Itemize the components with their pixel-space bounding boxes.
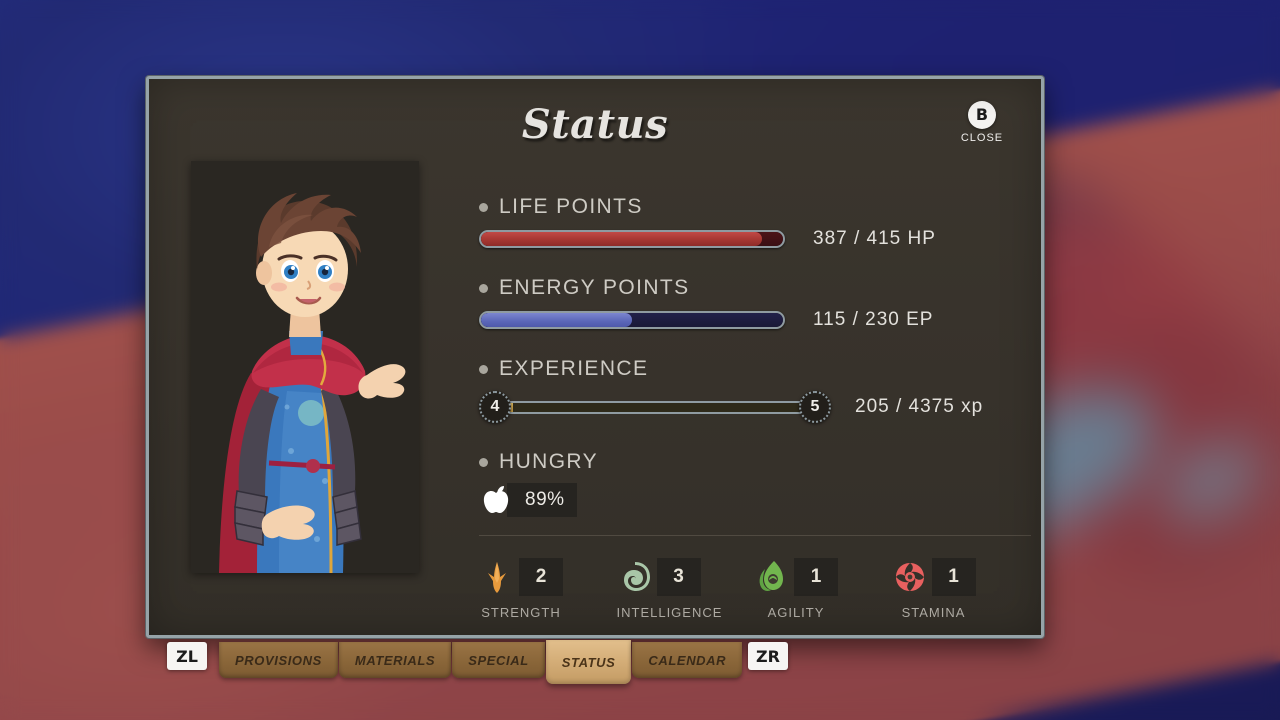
tab-materials[interactable]: MATERIALS — [338, 642, 452, 678]
tab-calendar[interactable]: CALENDAR — [632, 642, 743, 678]
attribute-stamina: 1 STAMINA — [892, 558, 1002, 620]
attribute-strength: 2 STRENGTH — [479, 558, 589, 620]
life-points-header: LIFE POINTS — [479, 195, 1001, 219]
life-points-row: 387 / 415 HP — [479, 228, 1001, 250]
stamina-label: STAMINA — [901, 605, 966, 620]
hungry-value-box: 89% — [507, 483, 577, 517]
agility-value: 1 — [810, 566, 822, 587]
apple-icon — [483, 486, 509, 513]
strength-icon — [488, 562, 506, 593]
close-button-label: CLOSE — [960, 132, 1004, 144]
section-divider — [479, 535, 1031, 536]
intelligence-value: 3 — [673, 566, 684, 587]
next-level-node: 5 — [799, 391, 831, 423]
intelligence-icon — [623, 562, 650, 591]
attribute-intelligence: 3 INTELLIGENCE — [617, 558, 727, 620]
shoulder-button-zr[interactable]: ZR — [748, 642, 788, 670]
shoulder-button-zl[interactable]: ZL — [167, 642, 207, 670]
strength-label: STRENGTH — [481, 605, 561, 620]
energy-points-row: 115 / 230 EP — [479, 309, 1001, 331]
experience-bar: 4 5 — [479, 390, 831, 424]
experience-label: EXPERIENCE — [499, 357, 649, 380]
hungry-header: HUNGRY — [479, 450, 1001, 474]
strength-value: 2 — [535, 566, 547, 587]
energy-points-bar-fill — [481, 313, 632, 327]
hungry-row: 89% — [479, 483, 1001, 517]
page-title: Status — [521, 101, 669, 148]
bullet-dot-icon — [479, 457, 488, 467]
attributes-row: 2 STRENGTH 3 INTELLIGENCE 1 AGILITY 1 ST… — [479, 558, 1001, 620]
bullet-dot-icon — [479, 364, 488, 374]
life-points-value: 387 / 415 HP — [813, 228, 936, 249]
attribute-agility: 1 AGILITY — [754, 558, 864, 620]
tab-status[interactable]: STATUS — [545, 640, 632, 684]
close-button-glyph: B — [968, 101, 996, 129]
tab-special[interactable]: SPECIAL — [452, 642, 545, 678]
character-portrait-art — [191, 161, 419, 573]
life-points-label: LIFE POINTS — [499, 195, 643, 218]
energy-points-header: ENERGY POINTS — [479, 276, 1001, 300]
bullet-dot-icon — [479, 202, 488, 212]
bullet-dot-icon — [479, 283, 488, 293]
current-level-node: 4 — [479, 391, 511, 423]
character-portrait — [191, 161, 419, 573]
stamina-value-box: 1 — [931, 558, 976, 596]
energy-points-bar — [479, 311, 785, 329]
experience-row: 4 5 205 / 4375 xp — [479, 390, 1001, 424]
life-points-bar-fill — [481, 232, 762, 246]
experience-header: EXPERIENCE — [479, 357, 1001, 381]
tab-provisions[interactable]: PROVISIONS — [219, 642, 338, 678]
strength-value-box: 2 — [519, 558, 563, 596]
life-points-bar — [479, 230, 785, 248]
stats-column: LIFE POINTS 387 / 415 HP ENERGY POINTS 1… — [479, 195, 1031, 620]
stamina-value: 1 — [948, 566, 959, 587]
stamina-icon — [895, 563, 924, 591]
hungry-value: 89% — [525, 489, 565, 510]
bottom-tab-bar: ZL ZR PROVISIONS MATERIALS SPECIAL STATU… — [0, 640, 1280, 720]
experience-value: 205 / 4375 xp — [855, 396, 984, 417]
status-panel: Status B CLOSE LIFE POINTS 387 / 415 HP … — [146, 76, 1044, 638]
tab-list: PROVISIONS MATERIALS SPECIAL STATUS CALE… — [219, 640, 743, 684]
close-button[interactable]: B CLOSE — [949, 101, 1015, 144]
experience-bar-track — [501, 400, 809, 414]
agility-icon — [759, 561, 783, 591]
energy-points-value: 115 / 230 EP — [813, 309, 934, 330]
intelligence-label: INTELLIGENCE — [616, 605, 723, 620]
energy-points-label: ENERGY POINTS — [499, 276, 690, 299]
hungry-label: HUNGRY — [499, 450, 599, 473]
agility-value-box: 1 — [794, 558, 838, 596]
agility-label: AGILITY — [767, 605, 825, 620]
intelligence-value-box: 3 — [656, 558, 701, 596]
